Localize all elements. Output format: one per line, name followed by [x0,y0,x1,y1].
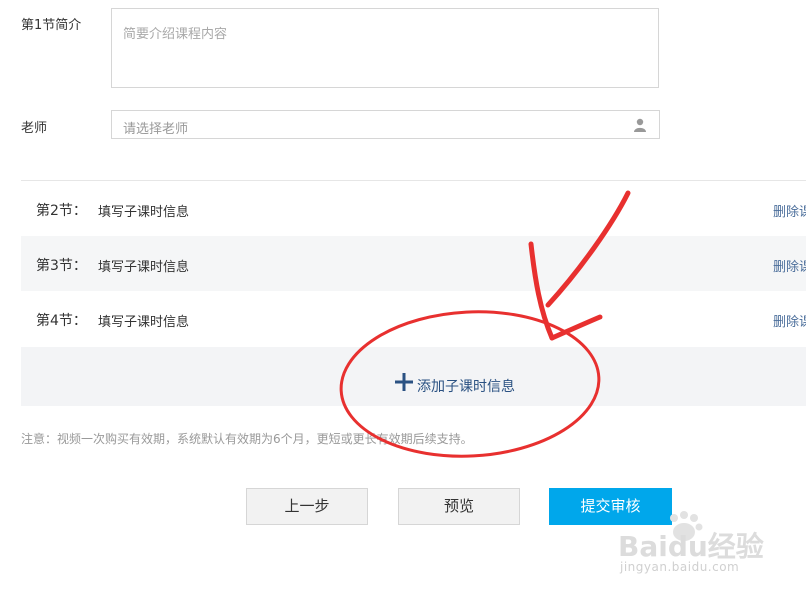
delete-lesson-link[interactable]: 删除课时 [773,201,806,220]
lesson-number: 第4节： [36,313,87,329]
plus-icon [395,373,413,391]
submit-review-button[interactable]: 提交审核 [549,488,672,525]
validity-note: 注意：视频一次购买有效期，系统默认有效期为6个月，更短或更长有效期后续支持。 [21,432,473,446]
delete-lesson-link[interactable]: 删除课时 [773,311,806,330]
lesson-number: 第2节： [36,203,87,219]
lesson-row: 第2节： 填写子课时信息 删除课时 [21,181,806,236]
teacher-select[interactable]: 请选择老师 [111,110,660,139]
lesson-info[interactable]: 填写子课时信息 [98,311,189,330]
intro-label: 第1节简介 [21,18,82,33]
lesson-row: 第3节： 填写子课时信息 删除课时 [21,236,806,291]
watermark-url: jingyan.baidu.com [620,560,740,574]
add-lesson-button[interactable]: 添加子课时信息 [21,347,806,406]
preview-button[interactable]: 预览 [398,488,520,525]
add-lesson-label: 添加子课时信息 [417,379,515,395]
lesson-info[interactable]: 填写子课时信息 [98,201,189,220]
lesson-number: 第3节： [36,258,87,274]
intro-textarea[interactable]: 简要介绍课程内容 [111,8,659,88]
lesson-info[interactable]: 填写子课时信息 [98,256,189,275]
teacher-placeholder: 请选择老师 [123,122,189,137]
lesson-row: 第4节： 填写子课时信息 删除课时 [21,291,806,346]
watermark-brand: Baidu经验 [618,530,764,563]
prev-step-button[interactable]: 上一步 [246,488,368,525]
delete-lesson-link[interactable]: 删除课时 [773,256,806,275]
teacher-label: 老师 [21,121,48,136]
user-icon [634,118,646,132]
intro-placeholder: 简要介绍课程内容 [123,27,228,42]
